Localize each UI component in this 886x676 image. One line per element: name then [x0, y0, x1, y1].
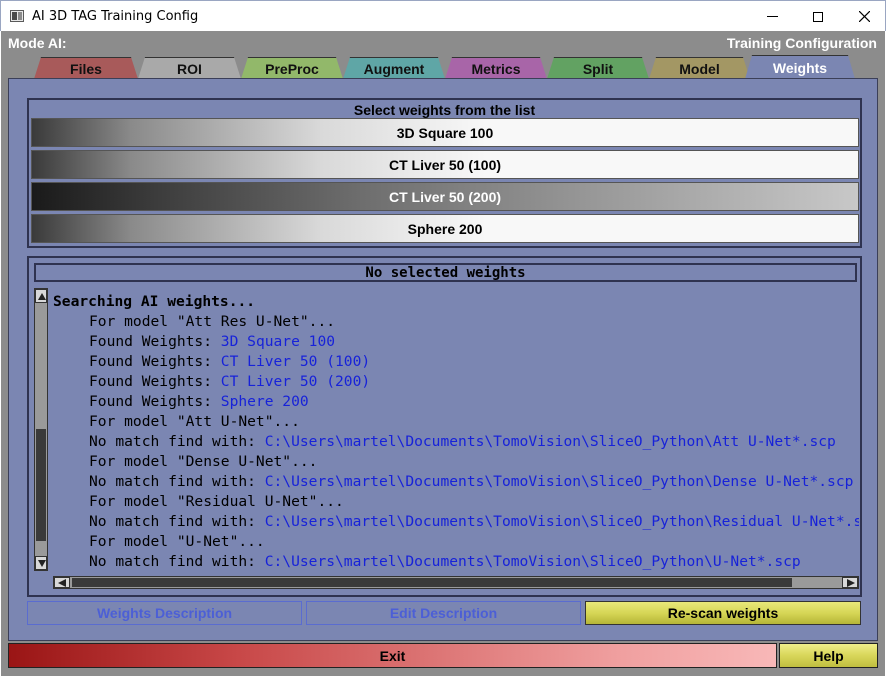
- log-line-text: Found Weights:: [89, 373, 221, 390]
- log-header: No selected weights: [34, 263, 857, 282]
- minimize-button[interactable]: [749, 1, 795, 32]
- log-line: No match find with: C:\Users\martel\Docu…: [53, 512, 859, 532]
- minimize-icon: [766, 16, 778, 17]
- log-line: For model "U-Net"...: [53, 532, 859, 552]
- log-line-text: For model "Residual U-Net"...: [89, 493, 344, 510]
- log-panel: No selected weights Searching AI weights…: [27, 256, 862, 597]
- log-line-text: No match find with:: [89, 553, 265, 570]
- title-bar: AI 3D TAG Training Config: [0, 0, 886, 31]
- log-line: For model "Att U-Net"...: [53, 412, 859, 432]
- maximize-icon: [813, 11, 823, 22]
- edit-description-button[interactable]: Edit Description: [306, 601, 581, 625]
- weights-list-item[interactable]: Sphere 200: [31, 214, 859, 243]
- log-line-text: Found Weights:: [89, 393, 221, 410]
- maximize-button[interactable]: [795, 1, 841, 32]
- log-line-text: Searching AI weights...: [53, 293, 256, 310]
- tab-files[interactable]: Files: [34, 57, 138, 79]
- weights-panel: Select weights from the list 3D Square 1…: [8, 78, 878, 641]
- log-line-value: 3D Square 100: [220, 333, 336, 350]
- rescan-weights-button[interactable]: Re-scan weights: [585, 601, 861, 625]
- mode-label: Mode AI:: [8, 35, 67, 51]
- weights-list-title: Select weights from the list: [353, 102, 536, 118]
- scroll-down-icon[interactable]: [35, 556, 47, 570]
- log-line: Found Weights: Sphere 200: [53, 392, 859, 412]
- scroll-thumb[interactable]: [72, 578, 792, 587]
- weights-list-item[interactable]: CT Liver 50 (100): [31, 150, 859, 179]
- log-line-value: CT Liver 50 (200): [220, 373, 371, 390]
- weights-description-button[interactable]: Weights Description: [27, 601, 302, 625]
- log-text: Searching AI weights... For model "Att Re…: [53, 292, 859, 578]
- scroll-thumb[interactable]: [36, 429, 46, 541]
- tab-metrics[interactable]: Metrics: [445, 57, 547, 79]
- config-label: Training Configuration: [726, 35, 877, 51]
- tab-augment[interactable]: Augment: [343, 57, 445, 79]
- log-line-text: For model "Att U-Net"...: [89, 413, 300, 430]
- tab-roi[interactable]: ROI: [138, 57, 241, 79]
- log-line-text: No match find with:: [89, 433, 265, 450]
- tab-preproc[interactable]: PreProc: [241, 57, 343, 79]
- tab-bar: Files ROI PreProc Augment Metrics Split …: [1, 55, 885, 79]
- log-line-text: No match find with:: [89, 473, 265, 490]
- log-line-text: Found Weights:: [89, 333, 221, 350]
- help-button[interactable]: Help: [779, 643, 878, 668]
- log-line-value: C:\Users\martel\Documents\TomoVision\Sli…: [264, 513, 859, 530]
- app-icon: [10, 10, 24, 22]
- log-line: Found Weights: CT Liver 50 (100): [53, 352, 859, 372]
- log-line: Searching AI weights...: [53, 292, 859, 312]
- log-line-value: Sphere 200: [220, 393, 309, 410]
- scroll-up-icon[interactable]: [35, 289, 47, 303]
- scroll-left-icon[interactable]: [54, 577, 70, 588]
- log-line: For model "Residual U-Net"...: [53, 492, 859, 512]
- log-line-value: CT Liver 50 (100): [220, 353, 371, 370]
- log-line-value: C:\Users\martel\Documents\TomoVision\Sli…: [264, 433, 836, 450]
- log-line: No match find with: C:\Users\martel\Docu…: [53, 552, 859, 572]
- log-line: Found Weights: CT Liver 50 (200): [53, 372, 859, 392]
- log-line-text: For model "Att Res U-Net"...: [89, 313, 336, 330]
- log-horizontal-scrollbar[interactable]: [53, 576, 859, 589]
- window-title: AI 3D TAG Training Config: [32, 9, 199, 24]
- log-line-text: No match find with:: [89, 513, 265, 530]
- log-line: No match find with: C:\Users\martel\Docu…: [53, 472, 859, 492]
- tab-model[interactable]: Model: [649, 57, 750, 79]
- log-line: For model "Att Res U-Net"...: [53, 312, 859, 332]
- log-line-value: C:\Users\martel\Documents\TomoVision\Sli…: [264, 473, 854, 490]
- close-button[interactable]: [841, 1, 886, 32]
- log-vertical-scrollbar[interactable]: [34, 288, 48, 571]
- close-icon: [858, 11, 870, 22]
- tab-weights[interactable]: Weights: [745, 55, 855, 79]
- scroll-right-icon[interactable]: [842, 577, 858, 588]
- log-line-text: For model "Dense U-Net"...: [89, 453, 318, 470]
- log-line: Found Weights: 3D Square 100: [53, 332, 859, 352]
- weights-list-item[interactable]: 3D Square 100: [31, 118, 859, 147]
- log-line-text: Found Weights:: [89, 353, 221, 370]
- exit-button[interactable]: Exit: [8, 643, 777, 668]
- tab-split[interactable]: Split: [547, 57, 649, 79]
- log-line-text: For model "U-Net"...: [89, 533, 265, 550]
- log-line: No match find with: C:\Users\martel\Docu…: [53, 432, 859, 452]
- log-line-value: C:\Users\martel\Documents\TomoVision\Sli…: [264, 553, 801, 570]
- log-line: For model "Dense U-Net"...: [53, 452, 859, 472]
- app-window: Mode AI: Training Configuration Files RO…: [1, 31, 885, 676]
- weights-list-item[interactable]: CT Liver 50 (200): [31, 182, 859, 211]
- weights-list: Select weights from the list 3D Square 1…: [27, 98, 862, 248]
